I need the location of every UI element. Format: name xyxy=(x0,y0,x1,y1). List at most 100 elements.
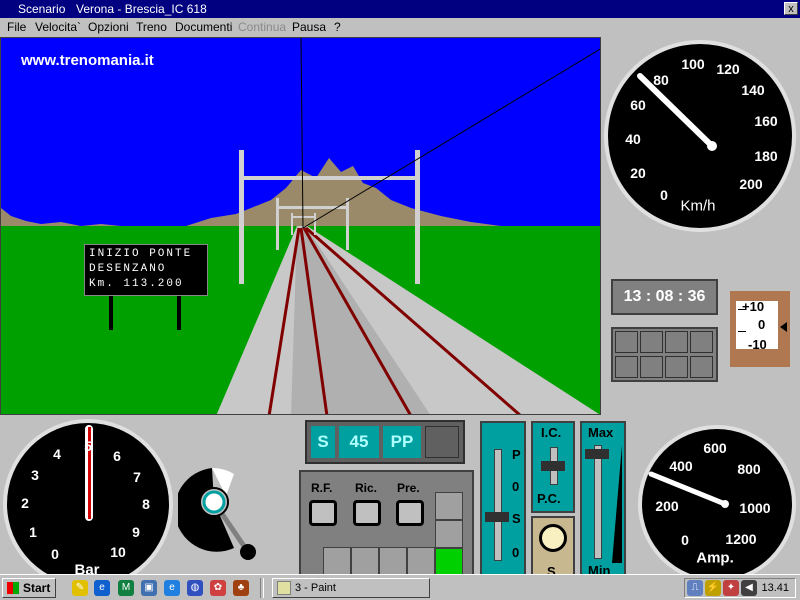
speed-tick-120: 120 xyxy=(716,61,740,77)
ric-button[interactable] xyxy=(353,500,381,526)
network-icon[interactable]: ⎍ xyxy=(687,580,703,596)
grid-cell xyxy=(665,331,688,353)
signal-grid xyxy=(611,327,718,382)
menu-documenti[interactable]: Documenti xyxy=(175,20,232,34)
ic-label: I.C. xyxy=(541,425,562,440)
level-scale: +10 0 -10 xyxy=(736,301,778,349)
brake-handle[interactable] xyxy=(174,466,264,566)
close-button[interactable]: x xyxy=(784,2,798,15)
traction-lever-panel: P 0 S 0 xyxy=(480,421,526,579)
grid-cell xyxy=(615,331,638,353)
speed-tick-100: 100 xyxy=(681,56,705,72)
globe-icon[interactable]: ◍ xyxy=(187,580,203,596)
pre-button[interactable] xyxy=(396,500,424,526)
bar-tick-6: 6 xyxy=(113,448,121,464)
speedometer: 0 20 40 60 80 100 120 140 160 180 200 Km… xyxy=(602,38,798,234)
s-button[interactable] xyxy=(539,524,567,552)
start-button[interactable]: Start xyxy=(2,578,56,598)
lever-s: S xyxy=(512,511,521,526)
level-gauge: +10 0 -10 xyxy=(730,291,790,367)
mx-icon[interactable]: M xyxy=(118,580,134,596)
pre-label: Pre. xyxy=(397,481,420,495)
speed-tick-40: 40 xyxy=(625,131,641,147)
bar-tick-1: 1 xyxy=(29,524,37,540)
max-min-control: Max Min xyxy=(580,421,626,579)
rf-button[interactable] xyxy=(309,500,337,526)
lever-p: P xyxy=(512,447,521,462)
amp-tick-1200: 1200 xyxy=(725,531,757,547)
bar-tick-10: 10 xyxy=(110,544,126,560)
speed-tick-200: 200 xyxy=(739,176,763,192)
amp-tick-1000: 1000 xyxy=(739,500,771,516)
menu-opzioni[interactable]: Opzioni xyxy=(88,20,129,34)
bar-tick-5: 5 xyxy=(84,438,92,454)
lever-0-lower: 0 xyxy=(512,545,520,560)
display-s: S xyxy=(311,426,335,458)
bar-tick-9: 9 xyxy=(132,524,140,540)
rf-label: R.F. xyxy=(311,481,333,495)
menu-help[interactable]: ? xyxy=(334,20,341,34)
scenario-menu-label[interactable]: Scenario xyxy=(18,2,65,16)
level-pointer-icon xyxy=(780,322,787,332)
power-icon[interactable]: ⚡ xyxy=(705,580,721,596)
pc-label: P.C. xyxy=(537,491,561,506)
ic-pc-switch: I.C. P.C. xyxy=(531,421,575,513)
menu-file[interactable]: File xyxy=(7,20,26,34)
switch-panel: R.F. Ric. Pre. xyxy=(299,470,474,580)
amp-tick-0: 0 xyxy=(681,532,689,548)
menu-treno[interactable]: Treno xyxy=(136,20,167,34)
km-sign: INIZIO PONTE DESENZANO Km. 113.200 xyxy=(84,244,208,296)
task-paint-label: 3 - Paint xyxy=(295,582,336,594)
sign-line-2: DESENZANO xyxy=(89,263,167,275)
lever-0-upper: 0 xyxy=(512,479,520,494)
menu-velocita[interactable]: Velocita` xyxy=(35,20,81,34)
pencil-icon[interactable]: ✎ xyxy=(72,580,88,596)
lever-handle[interactable] xyxy=(485,512,509,522)
amp-unit: Amp. xyxy=(696,549,734,567)
ric-label: Ric. xyxy=(355,481,378,495)
grid-cell xyxy=(615,356,638,378)
game-icon[interactable]: ♣ xyxy=(233,580,249,596)
speed-tick-0: 0 xyxy=(660,187,668,203)
volume-icon[interactable]: ◀ xyxy=(741,580,757,596)
level-plus10: +10 xyxy=(742,301,765,314)
display-pp: PP xyxy=(383,426,421,458)
desktop-icon[interactable]: ▣ xyxy=(141,580,157,596)
browser-icon[interactable]: e xyxy=(164,580,180,596)
menu-bar: File Velocita` Opzioni Treno Documenti C… xyxy=(0,18,800,36)
grid-cell xyxy=(640,356,663,378)
taskbar-separator xyxy=(260,578,264,598)
bar-tick-0: 0 xyxy=(51,546,59,562)
bar-tick-2: 2 xyxy=(21,495,29,511)
bar-tick-3: 3 xyxy=(31,467,39,483)
amp-tick-600: 600 xyxy=(703,440,727,456)
speed-tick-20: 20 xyxy=(630,165,646,181)
ic-handle[interactable] xyxy=(541,461,565,471)
task-paint[interactable]: 3 - Paint xyxy=(272,578,430,598)
speed-tick-140: 140 xyxy=(741,82,765,98)
window-title: Verona - Brescia_IC 618 xyxy=(76,2,207,16)
lever-track xyxy=(494,449,502,561)
menu-pausa[interactable]: Pausa xyxy=(292,20,326,34)
max-min-handle[interactable] xyxy=(585,449,609,459)
grid-cell xyxy=(690,331,713,353)
level-minus10: -10 xyxy=(748,337,767,349)
security-icon[interactable]: ✦ xyxy=(723,580,739,596)
paint-app-icon xyxy=(277,581,291,595)
grid-cell xyxy=(665,356,688,378)
start-label: Start xyxy=(23,581,51,595)
windows-logo-icon xyxy=(7,582,19,594)
indicator-2 xyxy=(435,520,463,548)
s-button-panel: S xyxy=(531,516,575,579)
ie-icon[interactable]: e xyxy=(94,580,110,596)
paint-icon[interactable]: ✿ xyxy=(210,580,226,596)
title-bar: Scenario Verona - Brescia_IC 618 x xyxy=(0,0,800,18)
tray-clock[interactable]: 13.41 xyxy=(761,582,789,594)
bar-tick-8: 8 xyxy=(142,496,150,512)
speed-tick-180: 180 xyxy=(754,148,778,164)
menu-continua[interactable]: Continua xyxy=(238,20,286,34)
speed-unit: Km/h xyxy=(680,197,716,215)
sign-line-3: Km. 113.200 xyxy=(89,278,184,290)
pressure-gauge: 0 1 2 3 4 5 6 7 8 9 10 Bar xyxy=(3,419,173,579)
display-blank xyxy=(425,426,459,458)
